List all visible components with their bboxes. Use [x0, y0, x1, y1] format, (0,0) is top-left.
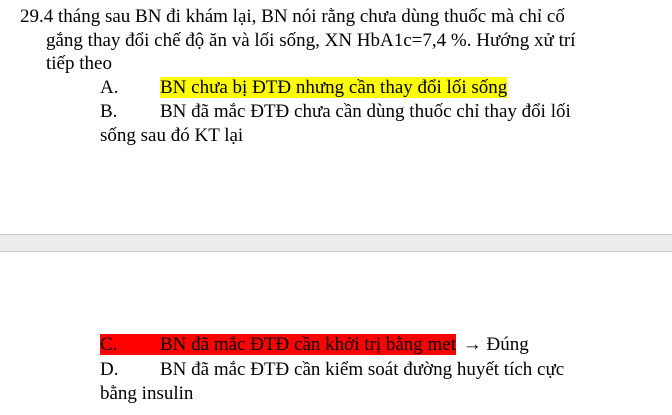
- option-b-text: BN đã mắc ĐTĐ chưa cần dùng thuốc chỉ th…: [160, 101, 571, 122]
- option-d-continuation: bằng insulin: [100, 383, 194, 404]
- option-c: C. BN đã mắc ĐTĐ cần khởi trị bằng met → …: [100, 334, 529, 356]
- option-b-letter: B.: [100, 101, 118, 122]
- option-b-continuation: sống sau đó KT lại: [100, 125, 244, 146]
- option-a: A. BN chưa bị ĐTĐ nhưng cần thay đổi lối …: [100, 77, 508, 99]
- option-c-highlight: C. BN đã mắc ĐTĐ cần khởi trị bằng met: [100, 334, 457, 355]
- option-c-text: BN đã mắc ĐTĐ cần khởi trị bằng met: [160, 334, 457, 355]
- question-line-1: 29.4 tháng sau BN đi khám lại, BN nói rằ…: [20, 6, 565, 27]
- right-arrow-icon: →: [462, 334, 482, 355]
- option-a-text: BN chưa bị ĐTĐ nhưng cần thay đổi lối số…: [160, 77, 508, 98]
- option-d: D. BN đã mắc ĐTĐ cần kiểm soát đường huyế…: [100, 359, 564, 381]
- option-a-letter: A.: [100, 77, 119, 98]
- document-page-bottom: C. BN đã mắc ĐTĐ cần khởi trị bằng met → …: [0, 252, 672, 415]
- option-b: B. BN đã mắc ĐTĐ chưa cần dùng thuốc chỉ …: [100, 101, 571, 123]
- page-break: [0, 234, 672, 252]
- document-page-top: 29.4 tháng sau BN đi khám lại, BN nói rằ…: [0, 0, 672, 234]
- option-d-letter: D.: [100, 359, 119, 380]
- option-c-verdict: Đúng: [486, 334, 529, 355]
- option-d-text: BN đã mắc ĐTĐ cần kiểm soát đường huyết …: [160, 359, 565, 380]
- question-line-3: tiếp theo: [46, 53, 112, 74]
- question-line-2: gắng thay đổi chế độ ăn và lối sống, XN …: [46, 30, 576, 51]
- option-c-letter: C.: [100, 334, 118, 355]
